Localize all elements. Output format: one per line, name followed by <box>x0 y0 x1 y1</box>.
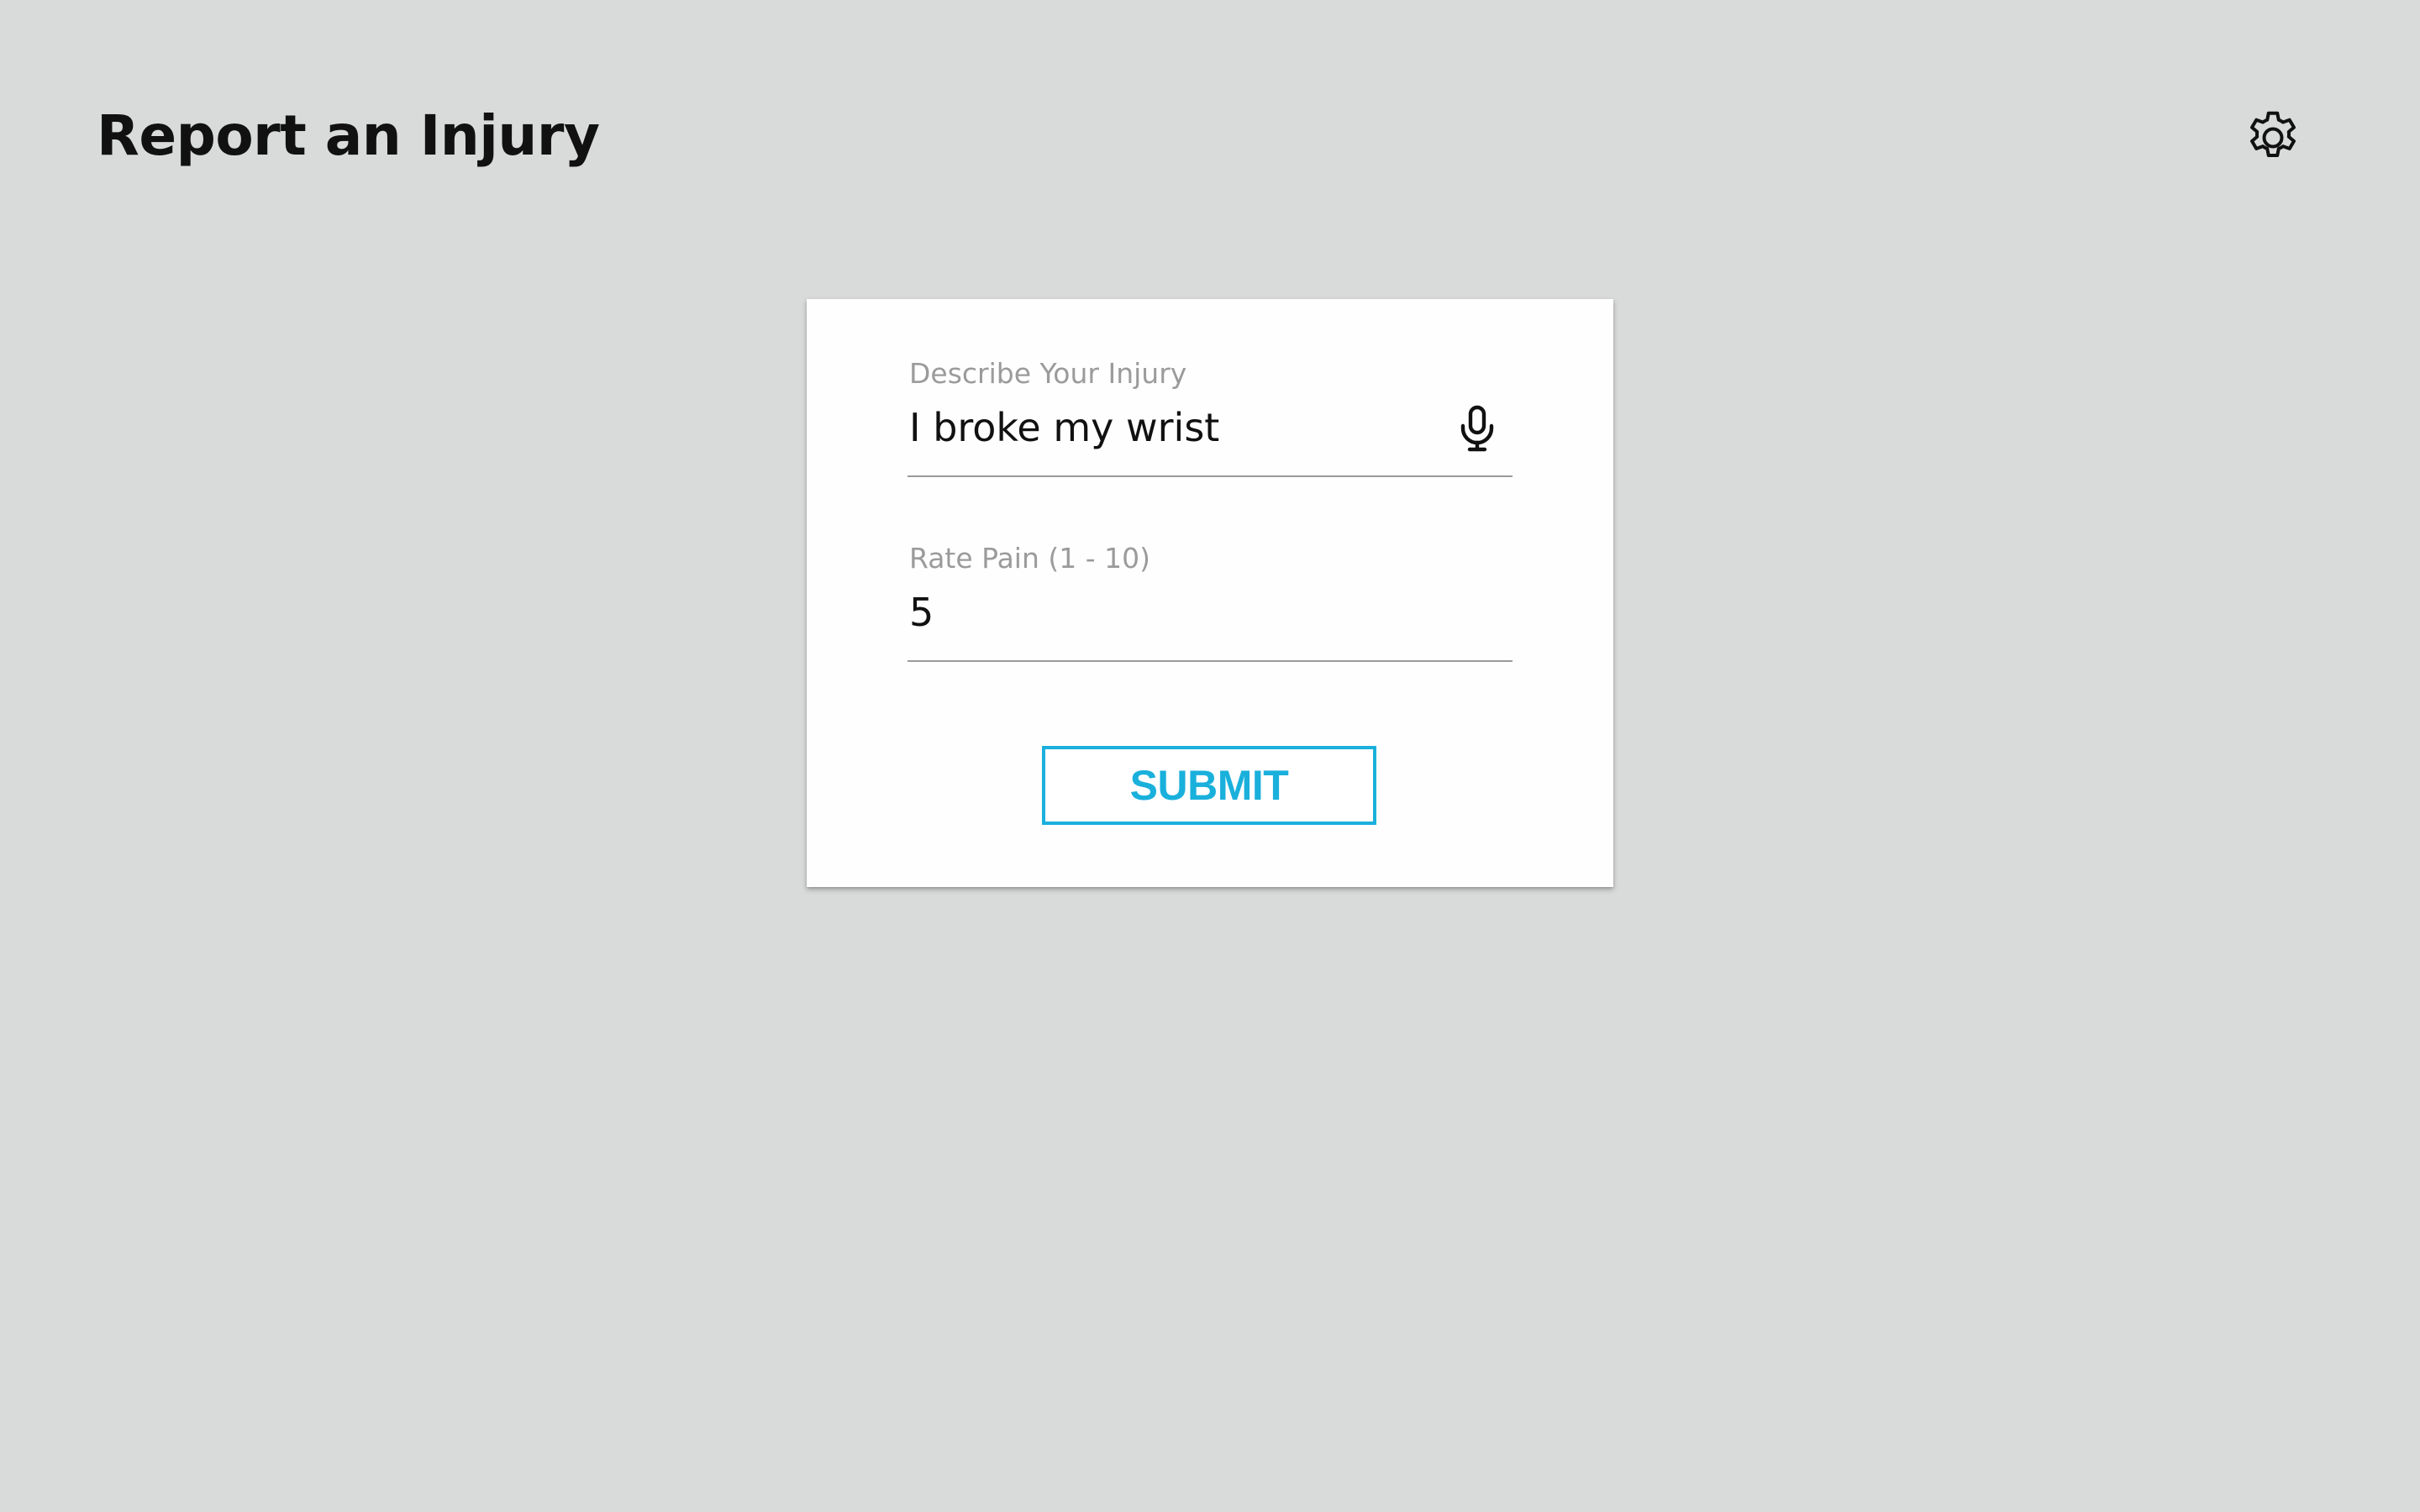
injury-description-label: Describe Your Injury <box>909 357 1187 390</box>
settings-button[interactable] <box>2239 104 2307 171</box>
page-title: Report an Injury <box>97 103 600 168</box>
gear-icon <box>2250 111 2296 157</box>
voice-input-button[interactable] <box>1454 403 1501 454</box>
injury-description-field: Describe Your Injury <box>908 356 1512 477</box>
microphone-icon <box>1460 405 1494 452</box>
pain-rating-label: Rate Pain (1 - 10) <box>909 542 1150 575</box>
injury-report-card: Describe Your Injury Rate Pain (1 - 10) … <box>807 299 1613 887</box>
submit-button[interactable]: SUBMIT <box>1042 746 1376 825</box>
pain-rating-field: Rate Pain (1 - 10) <box>908 541 1512 662</box>
injury-description-input[interactable] <box>909 402 1447 454</box>
pain-rating-input[interactable] <box>909 586 1447 638</box>
